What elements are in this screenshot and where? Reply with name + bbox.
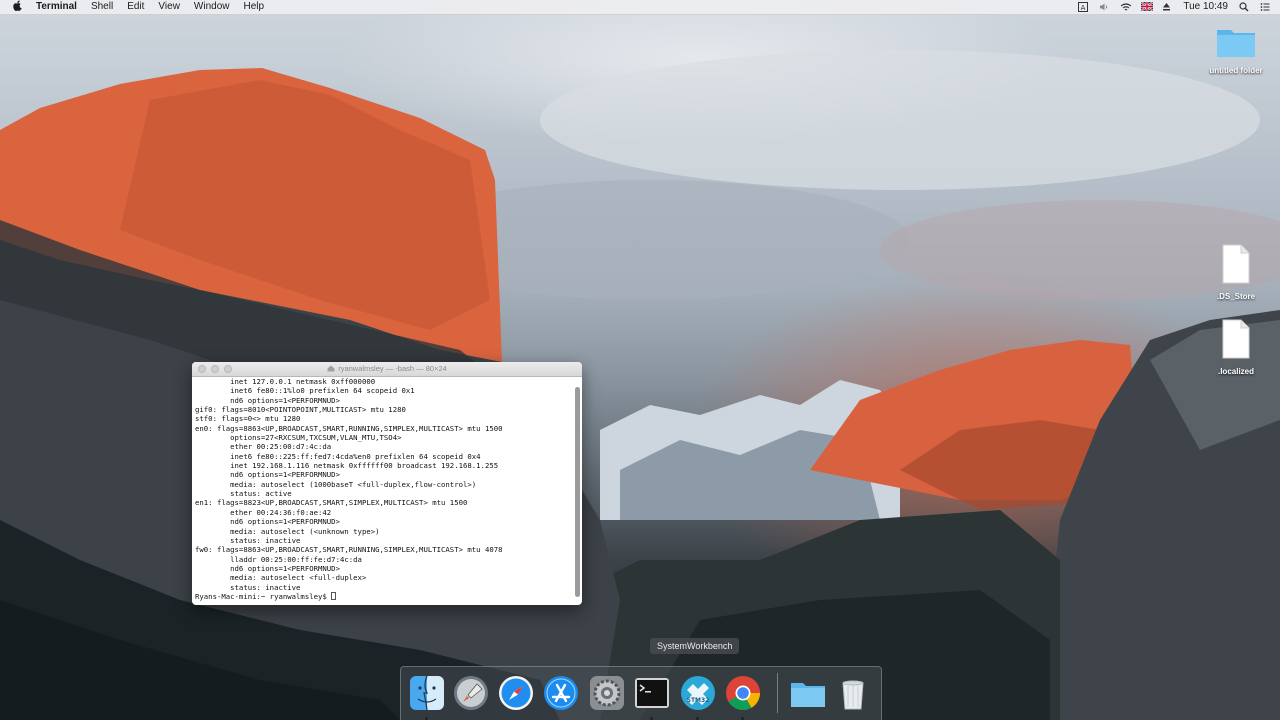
- menu-edit[interactable]: Edit: [127, 0, 152, 14]
- clock[interactable]: Tue 10:49: [1183, 0, 1228, 14]
- downloads-folder-icon[interactable]: [790, 675, 826, 711]
- dock: STM32: [400, 666, 882, 720]
- terminal-line: lladdr 00:25:00:ff:fe:d7:4c:da: [195, 554, 362, 564]
- apple-icon[interactable]: [13, 0, 23, 15]
- terminal-titlebar[interactable]: ryanwalmsley — -bash — 80×24: [192, 362, 582, 377]
- dock-tooltip: SystemWorkbench: [650, 638, 740, 654]
- desktop-icon-localized[interactable]: .localized: [1201, 319, 1271, 376]
- folder-icon: [1216, 30, 1256, 62]
- document-icon: [1221, 244, 1251, 288]
- desktop-icon-label: untitled folder: [1209, 66, 1263, 75]
- terminal-line: en1: flags=8823<UP,BROADCAST,SMART,SIMPL…: [195, 498, 468, 508]
- svg-text:A: A: [1081, 4, 1086, 12]
- menu-shell[interactable]: Shell: [91, 0, 121, 14]
- desktop: Terminal Shell Edit View Window Help A T: [0, 0, 1280, 720]
- terminal-window[interactable]: ryanwalmsley — -bash — 80×24 inet 127.0.…: [192, 362, 582, 605]
- terminal-line: nd6 options=1<PERFORMNUD>: [195, 517, 340, 527]
- minimize-button[interactable]: [211, 365, 219, 373]
- terminal-line: nd6 options=1<PERFORMNUD>: [195, 470, 340, 480]
- desktop-icon-label: .DS_Store: [1216, 292, 1256, 301]
- terminal-scrollbar[interactable]: [575, 379, 580, 601]
- chrome-icon[interactable]: [725, 675, 761, 711]
- document-icon: [1221, 319, 1251, 363]
- terminal-prompt-line[interactable]: Ryans-Mac-mini:~ ryanwalmsley$: [195, 591, 572, 601]
- menu-bar: Terminal Shell Edit View Window Help A T: [0, 0, 1280, 15]
- text-cursor: [331, 591, 337, 600]
- stm32-label: STM32: [687, 697, 710, 704]
- app-store-icon[interactable]: [543, 675, 579, 711]
- menu-app-name[interactable]: Terminal: [36, 0, 85, 14]
- safari-icon[interactable]: [498, 675, 534, 711]
- terminal-line: ether 00:25:00:d7:4c:da: [195, 442, 332, 452]
- terminal-line: inet6 fe80::225:ff:fed7:4cda%en0 prefixl…: [195, 451, 481, 461]
- wallpaper: [0, 50, 1280, 720]
- home-folder-icon: [327, 363, 335, 377]
- terminal-line: gif0: flags=8010<POINTOPOINT,MULTICAST> …: [195, 405, 406, 415]
- dock-separator: [777, 673, 778, 713]
- scrollbar-thumb[interactable]: [575, 387, 580, 597]
- desktop-icon-label: .localized: [1217, 367, 1254, 376]
- spotlight-search-icon[interactable]: [1239, 2, 1249, 12]
- systemworkbench-icon[interactable]: STM32: [680, 675, 716, 711]
- volume-icon[interactable]: [1099, 2, 1109, 12]
- terminal-line: en0: flags=8863<UP,BROADCAST,SMART,RUNNI…: [195, 423, 503, 433]
- terminal-icon[interactable]: [634, 675, 670, 711]
- terminal-prompt: Ryans-Mac-mini:~ ryanwalmsley$: [195, 591, 332, 601]
- terminal-output[interactable]: inet 127.0.0.1 netmask 0xff000000 inet6 …: [195, 377, 572, 603]
- menu-help[interactable]: Help: [244, 0, 273, 14]
- desktop-icon-ds-store[interactable]: .DS_Store: [1201, 244, 1271, 301]
- terminal-line: options=27<RXCSUM,TXCSUM,VLAN_MTU,TSO4>: [195, 433, 402, 443]
- menu-view[interactable]: View: [158, 0, 188, 14]
- eject-icon[interactable]: [1162, 2, 1172, 12]
- close-button[interactable]: [198, 365, 206, 373]
- terminal-line: media: autoselect (<unknown type>): [195, 526, 380, 536]
- terminal-line: fw0: flags=8863<UP,BROADCAST,SMART,RUNNI…: [195, 545, 503, 555]
- terminal-line: stf0: flags=0<> mtu 1280: [195, 414, 301, 424]
- terminal-line: inet 192.168.1.116 netmask 0xffffff00 br…: [195, 461, 499, 471]
- launchpad-icon[interactable]: [453, 675, 489, 711]
- terminal-line: ether 00:24:36:f0:ae:42: [195, 507, 332, 517]
- zoom-button[interactable]: [224, 365, 232, 373]
- menu-window[interactable]: Window: [194, 0, 238, 14]
- system-preferences-icon[interactable]: [589, 675, 625, 711]
- flag-icon[interactable]: [1140, 1, 1154, 12]
- input-source-icon[interactable]: A: [1078, 2, 1089, 12]
- terminal-line: nd6 options=1<PERFORMNUD>: [195, 395, 340, 405]
- terminal-line: media: autoselect <full-duplex>: [195, 573, 367, 583]
- terminal-line: inet6 fe80::1%lo0 prefixlen 64 scopeid 0…: [195, 386, 415, 396]
- desktop-icon-untitled-folder[interactable]: untitled folder: [1201, 26, 1271, 75]
- wifi-icon[interactable]: [1120, 2, 1132, 12]
- terminal-title: ryanwalmsley — -bash — 80×24: [338, 364, 447, 373]
- finder-icon[interactable]: [409, 675, 445, 711]
- terminal-line: status: active: [195, 489, 292, 499]
- notification-center-icon[interactable]: [1260, 2, 1270, 12]
- terminal-line: status: inactive: [195, 535, 301, 545]
- terminal-line: nd6 options=1<PERFORMNUD>: [195, 563, 340, 573]
- terminal-line: status: inactive: [195, 582, 301, 592]
- terminal-line: media: autoselect (1000baseT <full-duple…: [195, 479, 477, 489]
- trash-icon[interactable]: [835, 675, 871, 711]
- terminal-line: inet 127.0.0.1 netmask 0xff000000: [195, 377, 376, 386]
